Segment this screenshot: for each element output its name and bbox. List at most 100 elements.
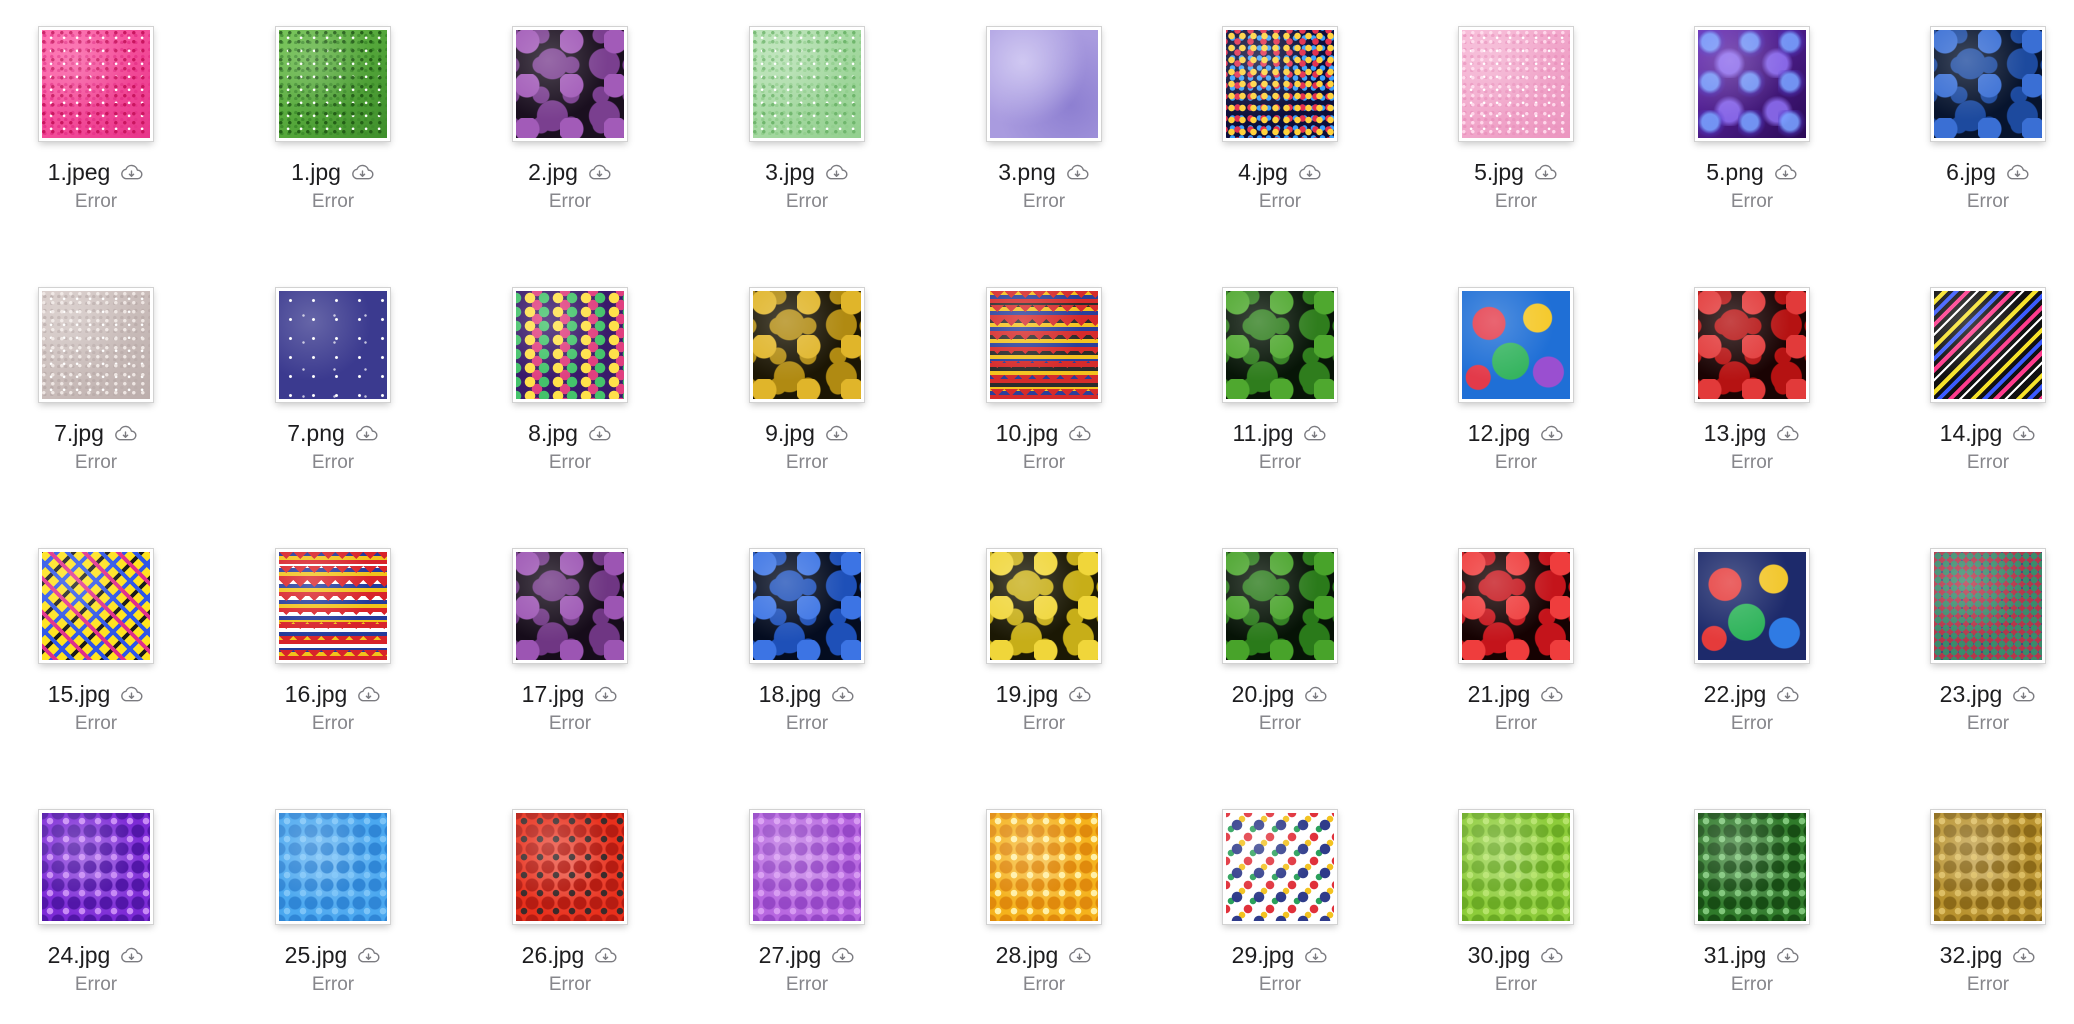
- purple-bubbles-thumbnail[interactable]: [1695, 27, 1809, 141]
- cloud-download-icon[interactable]: [1297, 163, 1322, 182]
- polka-dots-thumbnail[interactable]: [513, 288, 627, 402]
- file-item[interactable]: 15.jpg Error: [16, 549, 176, 769]
- cloud-download-icon[interactable]: [1065, 163, 1090, 182]
- file-name[interactable]: 21.jpg: [1468, 681, 1531, 708]
- file-name[interactable]: 6.jpg: [1946, 159, 1996, 186]
- green-bokeh-thumbnail[interactable]: [1223, 549, 1337, 663]
- cloud-download-icon[interactable]: [824, 424, 849, 443]
- cloud-download-icon[interactable]: [119, 946, 144, 965]
- file-item[interactable]: 19.jpg Error: [964, 549, 1124, 769]
- colorful-figures-thumbnail[interactable]: [1223, 810, 1337, 924]
- cloud-download-icon[interactable]: [1067, 685, 1092, 704]
- light-pink-glitter-thumbnail[interactable]: [1459, 27, 1573, 141]
- plaid-thumbnail[interactable]: [39, 549, 153, 663]
- blue-bokeh-thumbnail[interactable]: [1931, 27, 2045, 141]
- file-name[interactable]: 1.jpeg: [48, 159, 111, 186]
- green-bokeh-thumbnail[interactable]: [1223, 288, 1337, 402]
- green-glitter-thumbnail[interactable]: [276, 27, 390, 141]
- yellow-bokeh-thumbnail[interactable]: [987, 549, 1101, 663]
- cloud-download-icon[interactable]: [354, 424, 379, 443]
- diagonal-stripes-thumbnail[interactable]: [1931, 288, 2045, 402]
- file-item[interactable]: 4.jpg Error: [1200, 27, 1360, 247]
- pink-glitter-thumbnail[interactable]: [39, 27, 153, 141]
- cloud-download-icon[interactable]: [1539, 946, 1564, 965]
- file-name[interactable]: 12.jpg: [1468, 420, 1531, 447]
- purple-hearts-thumbnail[interactable]: [39, 810, 153, 924]
- purple-bokeh-thumbnail[interactable]: [513, 549, 627, 663]
- blue-hexagons-thumbnail[interactable]: [276, 810, 390, 924]
- file-name[interactable]: 22.jpg: [1704, 681, 1767, 708]
- file-item[interactable]: 28.jpg Error: [964, 810, 1124, 1024]
- cloud-download-icon[interactable]: [350, 163, 375, 182]
- cloud-download-icon[interactable]: [113, 424, 138, 443]
- cloud-download-icon[interactable]: [1775, 424, 1800, 443]
- cloud-download-icon[interactable]: [824, 163, 849, 182]
- file-name[interactable]: 29.jpg: [1232, 942, 1295, 969]
- red-bokeh-thumbnail[interactable]: [1695, 288, 1809, 402]
- cloud-download-icon[interactable]: [1773, 163, 1798, 182]
- cloud-download-icon[interactable]: [119, 685, 144, 704]
- file-name[interactable]: 27.jpg: [759, 942, 822, 969]
- cloud-download-icon[interactable]: [2005, 163, 2030, 182]
- cloud-download-icon[interactable]: [356, 946, 381, 965]
- file-item[interactable]: 31.jpg Error: [1672, 810, 1832, 1024]
- file-name[interactable]: 13.jpg: [1704, 420, 1767, 447]
- file-item[interactable]: 32.jpg Error: [1908, 810, 2068, 1024]
- cloud-download-icon[interactable]: [1067, 946, 1092, 965]
- file-name[interactable]: 30.jpg: [1468, 942, 1531, 969]
- file-name[interactable]: 25.jpg: [285, 942, 348, 969]
- file-name[interactable]: 23.jpg: [1940, 681, 2003, 708]
- file-item[interactable]: 23.jpg Error: [1908, 549, 2068, 769]
- file-name[interactable]: 11.jpg: [1233, 420, 1294, 447]
- file-name[interactable]: 5.png: [1706, 159, 1764, 186]
- cloud-download-icon[interactable]: [119, 163, 144, 182]
- file-item[interactable]: 17.jpg Error: [490, 549, 650, 769]
- night-stars-thumbnail[interactable]: [276, 288, 390, 402]
- olive-hexagons-thumbnail[interactable]: [1931, 810, 2045, 924]
- file-item[interactable]: 30.jpg Error: [1436, 810, 1596, 1024]
- file-item[interactable]: 20.jpg Error: [1200, 549, 1360, 769]
- cloud-download-icon[interactable]: [830, 685, 855, 704]
- file-name[interactable]: 28.jpg: [996, 942, 1059, 969]
- cloud-download-icon[interactable]: [1303, 685, 1328, 704]
- file-item[interactable]: 29.jpg Error: [1200, 810, 1360, 1024]
- file-name[interactable]: 20.jpg: [1232, 681, 1295, 708]
- file-item[interactable]: 3.png Error: [964, 27, 1124, 247]
- cloud-download-icon[interactable]: [1533, 163, 1558, 182]
- file-name[interactable]: 7.jpg: [54, 420, 104, 447]
- cloud-download-icon[interactable]: [1067, 424, 1092, 443]
- violet-hexagons-thumbnail[interactable]: [750, 810, 864, 924]
- cloud-download-icon[interactable]: [1775, 685, 1800, 704]
- cloud-download-icon[interactable]: [593, 946, 618, 965]
- file-item[interactable]: 13.jpg Error: [1672, 288, 1832, 508]
- file-name[interactable]: 2.jpg: [528, 159, 578, 186]
- file-item[interactable]: 12.jpg Error: [1436, 288, 1596, 508]
- file-name[interactable]: 4.jpg: [1238, 159, 1288, 186]
- file-name[interactable]: 31.jpg: [1704, 942, 1767, 969]
- file-name[interactable]: 26.jpg: [522, 942, 585, 969]
- lime-hexagons-thumbnail[interactable]: [1459, 810, 1573, 924]
- file-name[interactable]: 14.jpg: [1940, 420, 2003, 447]
- cloud-download-icon[interactable]: [1302, 424, 1327, 443]
- file-name[interactable]: 1.jpg: [291, 159, 341, 186]
- file-item[interactable]: 21.jpg Error: [1436, 549, 1596, 769]
- file-item[interactable]: 10.jpg Error: [964, 288, 1124, 508]
- file-item[interactable]: 2.jpg Error: [490, 27, 650, 247]
- file-item[interactable]: 18.jpg Error: [727, 549, 887, 769]
- silver-glitter-thumbnail[interactable]: [39, 288, 153, 402]
- file-item[interactable]: 16.jpg Error: [253, 549, 413, 769]
- confetti-dots-thumbnail[interactable]: [1223, 27, 1337, 141]
- file-name[interactable]: 17.jpg: [522, 681, 585, 708]
- rainbow-balls-thumbnail[interactable]: [1695, 549, 1809, 663]
- multicolor-mosaic-thumbnail[interactable]: [1931, 549, 2045, 663]
- chevron-stripes-thumbnail[interactable]: [276, 549, 390, 663]
- file-item[interactable]: 7.jpg Error: [16, 288, 176, 508]
- file-name[interactable]: 16.jpg: [285, 681, 348, 708]
- blue-bokeh-thumbnail[interactable]: [750, 549, 864, 663]
- cloud-download-icon[interactable]: [587, 163, 612, 182]
- cloud-download-icon[interactable]: [1539, 685, 1564, 704]
- file-name[interactable]: 18.jpg: [759, 681, 822, 708]
- cloud-download-icon[interactable]: [2011, 685, 2036, 704]
- file-name[interactable]: 3.jpg: [765, 159, 815, 186]
- red-bokeh-thumbnail[interactable]: [1459, 549, 1573, 663]
